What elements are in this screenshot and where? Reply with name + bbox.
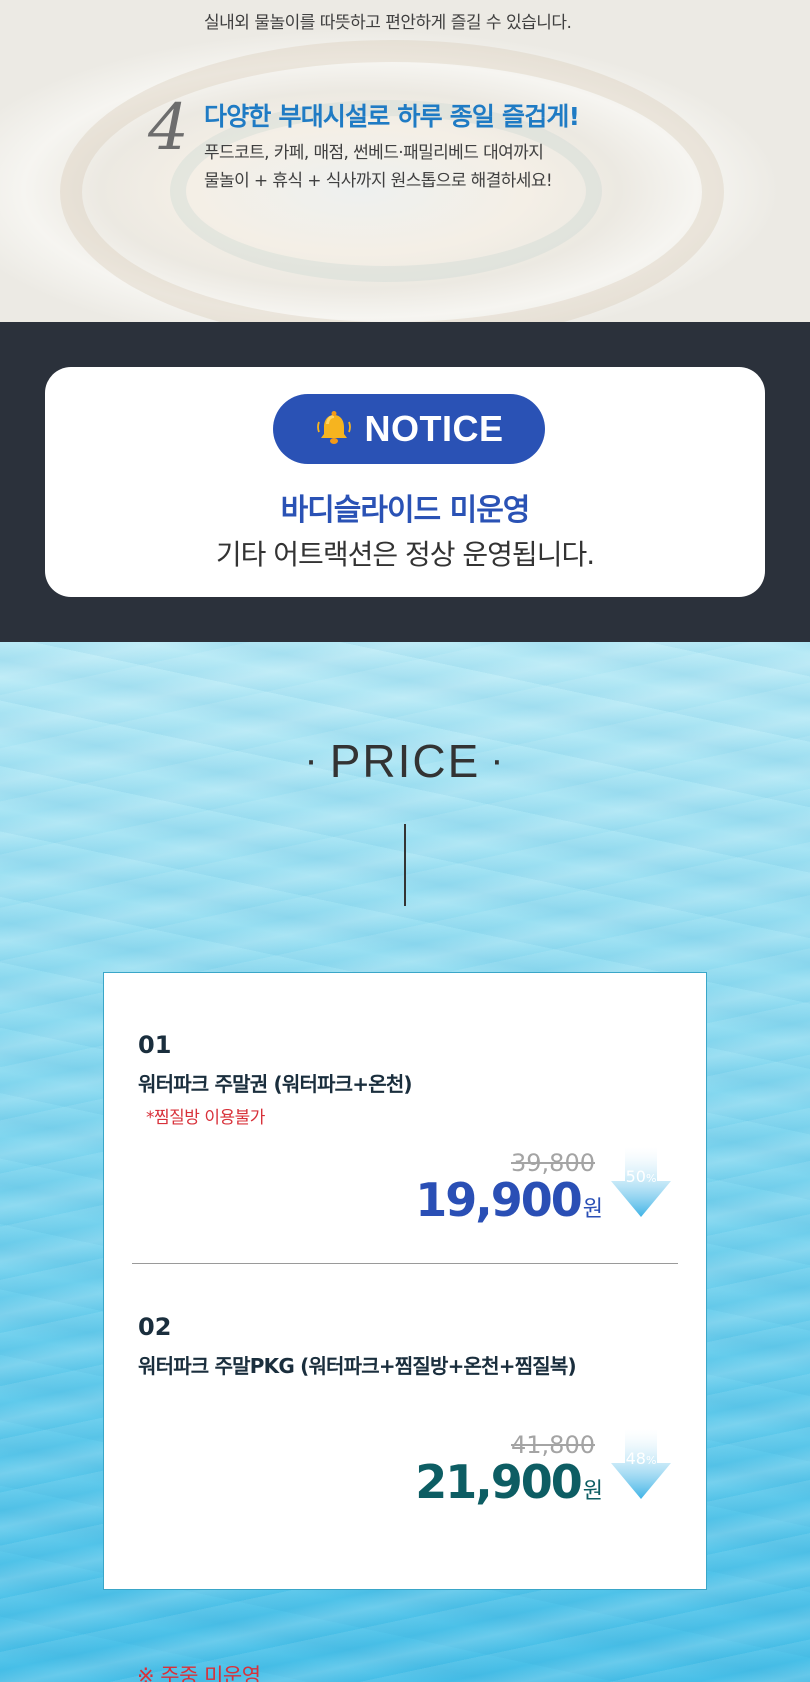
notice-title: 바디슬라이드 미운영 xyxy=(280,493,531,528)
notice-label: NOTICE xyxy=(364,408,504,449)
notice-section: NOTICE 바디슬라이드 미운영 기타 어트랙션은 정상 운영됩니다. xyxy=(0,322,810,642)
notice-badge: NOTICE xyxy=(273,394,545,464)
item-name: 워터파크 주말권 (워터파크+온천) xyxy=(138,1072,413,1096)
discount-value: 48 xyxy=(625,1449,646,1468)
heading-dot-left: · xyxy=(304,738,320,782)
item-number: 02 xyxy=(138,1313,172,1341)
price-card: 01 워터파크 주말권 (워터파크+온천) *찜질방 이용불가 39,800 1… xyxy=(103,972,707,1590)
feature-4-desc-line2: 물놀이 + 휴식 + 식사까지 원스톱으로 해결하세요! xyxy=(204,171,553,191)
discount-value: 50 xyxy=(625,1167,646,1186)
feature-4-title: 다양한 부대시설로 하루 종일 즐겁게! xyxy=(204,102,580,131)
notice-card: NOTICE 바디슬라이드 미운영 기타 어트랙션은 정상 운영됩니다. xyxy=(45,367,765,597)
sale-price: 19,900원 xyxy=(415,1173,603,1227)
feature-3-desc: 실내외 물놀이를 따뜻하고 편안하게 즐길 수 있습니다. xyxy=(204,13,572,33)
discount-rate: 50% xyxy=(611,1167,671,1186)
feature-4-desc: 푸드코트, 카페, 매점, 썬베드·패밀리베드 대여까지 물놀이 + 휴식 + … xyxy=(204,139,553,195)
price-footnote: ※ 주중 미운영 xyxy=(137,1664,261,1682)
bell-icon xyxy=(317,411,352,444)
notice-text: 기타 어트랙션은 정상 운영됩니다. xyxy=(215,538,595,571)
discount-rate: 48% xyxy=(611,1449,671,1468)
heading-dot-right: · xyxy=(490,738,506,782)
price-divider-line xyxy=(404,824,406,906)
price-section: · PRICE · 01 워터파크 주말권 (워터파크+온천) *찜질방 이용불가 … xyxy=(0,642,810,1682)
discount-unit: % xyxy=(645,1172,657,1185)
item-number: 01 xyxy=(138,1031,172,1059)
currency: 원 xyxy=(582,1479,603,1504)
item-separator xyxy=(132,1263,678,1264)
sale-price-value: 19,900 xyxy=(415,1173,583,1227)
features-section: 실내외 물놀이를 따뜻하고 편안하게 즐길 수 있습니다. 4 다양한 부대시설… xyxy=(0,0,810,322)
feature-4-number: 4 xyxy=(148,91,189,165)
currency: 원 xyxy=(582,1197,603,1222)
item-name: 워터파크 주말PKG (워터파크+찜질방+온천+찜질복) xyxy=(138,1354,577,1378)
item-note: *찜질방 이용불가 xyxy=(146,1108,265,1128)
price-heading-text: PRICE xyxy=(329,735,481,787)
price-heading: · PRICE · xyxy=(0,734,810,788)
discount-unit: % xyxy=(645,1454,657,1467)
sale-price-value: 21,900 xyxy=(415,1455,583,1509)
sale-price: 21,900원 xyxy=(415,1455,603,1509)
feature-4-desc-line1: 푸드코트, 카페, 매점, 썬베드·패밀리베드 대여까지 xyxy=(204,143,544,163)
